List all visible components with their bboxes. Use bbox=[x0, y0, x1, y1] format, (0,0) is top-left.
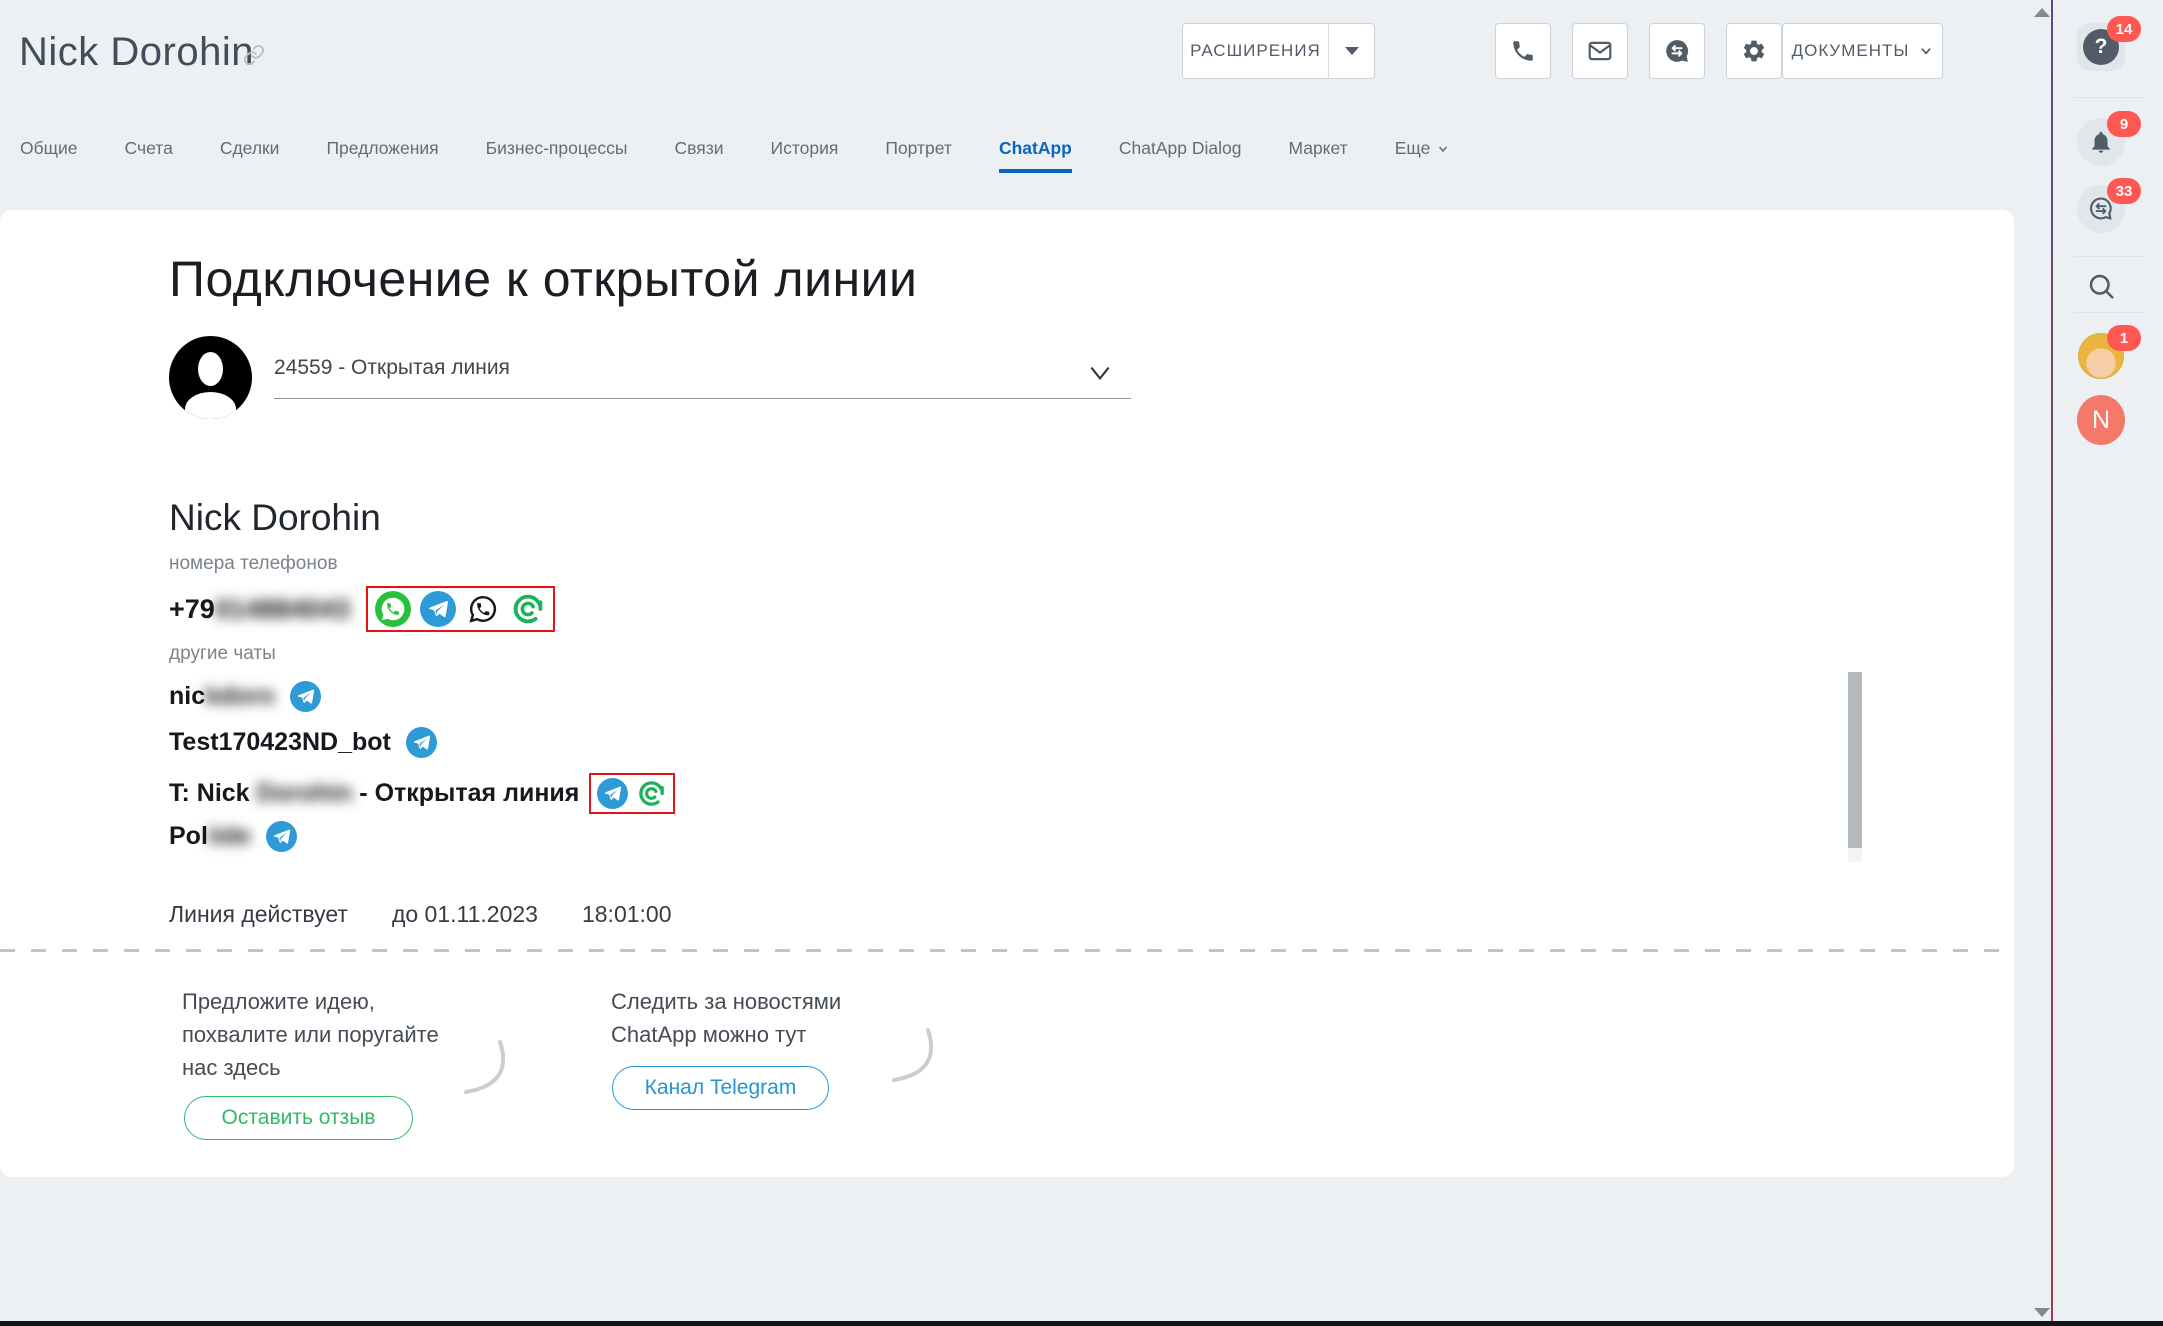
documents-button[interactable]: ДОКУМЕНТЫ bbox=[1782, 23, 1943, 79]
tab-more[interactable]: Еще bbox=[1395, 138, 1450, 173]
extensions-dropdown-button[interactable] bbox=[1328, 24, 1374, 78]
tab-portret[interactable]: Портрет bbox=[885, 138, 952, 173]
phone-row: +79014884043 bbox=[169, 586, 555, 632]
telegram-icon[interactable] bbox=[406, 727, 437, 758]
open-line-select[interactable]: 24559 - Открытая линия bbox=[274, 356, 1131, 399]
leave-feedback-button[interactable]: Оставить отзыв bbox=[184, 1096, 413, 1140]
chat-row: nickdoro bbox=[169, 681, 321, 712]
chat-row: Poliide bbox=[169, 821, 297, 852]
call-button[interactable] bbox=[1495, 23, 1551, 79]
feedback-text: Предложите идею, похвалите или поругайте… bbox=[182, 985, 439, 1084]
profile-avatar[interactable]: 1 bbox=[2077, 332, 2125, 380]
tab-predlozheniya[interactable]: Предложения bbox=[326, 138, 438, 173]
phone-masked: 014884043 bbox=[215, 594, 350, 624]
mail-icon bbox=[1587, 38, 1613, 64]
notifications-badge: 9 bbox=[2107, 111, 2141, 137]
search-button[interactable] bbox=[2077, 262, 2125, 310]
tab-biznes-processy[interactable]: Бизнес-процессы bbox=[486, 138, 628, 173]
whatsapp-outline-icon[interactable] bbox=[465, 591, 501, 627]
line-avatar-icon bbox=[169, 336, 252, 419]
help-badge: 14 bbox=[2107, 16, 2141, 42]
chevron-down-icon bbox=[1087, 360, 1113, 386]
gear-icon bbox=[1741, 38, 1767, 64]
dialog-transfer-icon bbox=[1664, 38, 1690, 64]
tab-istoriya[interactable]: История bbox=[771, 138, 839, 173]
right-toolbar: ? 14 9 33 1 N bbox=[2053, 0, 2163, 1326]
telegram-icon[interactable] bbox=[290, 681, 321, 712]
other-chats-label: другие чаты bbox=[169, 643, 276, 665]
news-text: Следить за новостями ChatApp можно тут bbox=[611, 985, 841, 1051]
scroll-up-arrow[interactable] bbox=[2034, 8, 2050, 17]
tab-market[interactable]: Маркет bbox=[1288, 138, 1347, 173]
email-button[interactable] bbox=[1572, 23, 1628, 79]
contact-name: Nick Dorohin bbox=[169, 497, 381, 539]
chats-scrollbar-thumb[interactable] bbox=[1848, 672, 1862, 848]
avatar: N bbox=[2077, 395, 2125, 445]
open-line-select-value: 24559 - Открытая линия bbox=[274, 356, 510, 379]
telegram-icon[interactable] bbox=[266, 821, 297, 852]
dashed-divider bbox=[0, 949, 2014, 952]
arc-decoration bbox=[462, 1038, 508, 1108]
open-dialog-button[interactable] bbox=[1649, 23, 1705, 79]
chat-row: T: Nick Dorohin - Открытая линия bbox=[169, 773, 675, 814]
help-button[interactable]: ? 14 bbox=[2077, 23, 2125, 71]
settings-button[interactable] bbox=[1726, 23, 1782, 79]
phone-icon bbox=[1510, 38, 1536, 64]
messenger-badge: 33 bbox=[2107, 178, 2141, 204]
extensions-button[interactable]: РАСШИРЕНИЯ bbox=[1183, 24, 1328, 78]
tab-obschie[interactable]: Общие bbox=[20, 138, 78, 173]
crm-contact-page: Nick Dorohin РАСШИРЕНИЯ bbox=[0, 0, 2163, 1326]
chat-row: Test170423ND_bot bbox=[169, 727, 437, 758]
chatapp-icon[interactable] bbox=[510, 591, 546, 627]
notifications-button[interactable]: 9 bbox=[2077, 118, 2125, 166]
search-icon bbox=[2086, 271, 2116, 301]
tab-chatapp[interactable]: ChatApp bbox=[999, 138, 1072, 173]
tab-chatapp-dialog[interactable]: ChatApp Dialog bbox=[1119, 138, 1242, 173]
arc-decoration bbox=[890, 1026, 936, 1096]
tab-sdelki[interactable]: Сделки bbox=[220, 138, 280, 173]
extensions-split-button[interactable]: РАСШИРЕНИЯ bbox=[1182, 23, 1375, 79]
phones-label: номера телефонов bbox=[169, 553, 338, 575]
chatapp-icon[interactable] bbox=[636, 778, 667, 809]
tab-svyazi[interactable]: Связи bbox=[674, 138, 723, 173]
tab-scheta[interactable]: Счета bbox=[125, 138, 173, 173]
panel-heading: Подключение к открытой линии bbox=[169, 250, 917, 308]
chevron-down-icon bbox=[1919, 44, 1933, 58]
page-title: Nick Dorohin bbox=[19, 30, 254, 75]
telegram-icon[interactable] bbox=[597, 778, 628, 809]
telegram-icon[interactable] bbox=[420, 591, 456, 627]
chats-scrollbar[interactable] bbox=[1848, 672, 1862, 862]
tab-bar: Общие Счета Сделки Предложения Бизнес-пр… bbox=[20, 138, 1449, 173]
telegram-channel-button[interactable]: Канал Telegram bbox=[612, 1066, 829, 1110]
scroll-down-arrow[interactable] bbox=[2034, 1308, 2050, 1317]
chat-messengers-highlight bbox=[589, 773, 675, 814]
caret-down-icon bbox=[1345, 47, 1359, 55]
link-icon[interactable] bbox=[243, 44, 265, 66]
phone-messengers-highlight bbox=[366, 586, 555, 632]
chevron-down-icon bbox=[1437, 143, 1449, 155]
line-status: Линия действуетдо 01.11.202318:01:00 bbox=[169, 901, 716, 928]
whatsapp-icon[interactable] bbox=[375, 591, 411, 627]
messenger-button[interactable]: 33 bbox=[2077, 185, 2125, 233]
user-avatar[interactable]: N bbox=[2077, 396, 2125, 444]
profile-badge: 1 bbox=[2107, 325, 2141, 351]
phone-number: +79014884043 bbox=[169, 594, 350, 625]
window-bottom-edge bbox=[0, 1321, 2163, 1326]
